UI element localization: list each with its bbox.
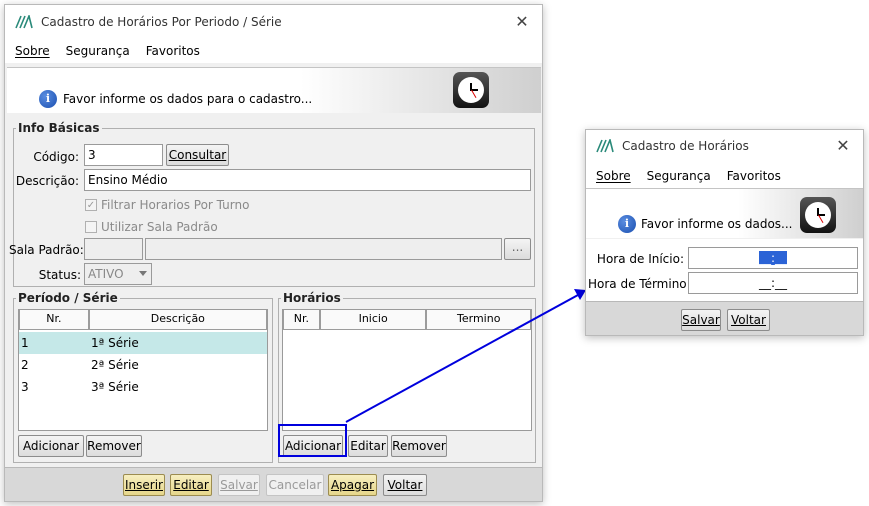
menu-seguranca[interactable]: Segurança: [647, 169, 711, 183]
termino-label: Hora de Término:: [588, 277, 691, 291]
info-icon: i: [618, 215, 636, 233]
dialog-footer: [586, 301, 863, 335]
menu-favoritos[interactable]: Favoritos: [727, 169, 781, 183]
termino-field[interactable]: __:__: [688, 272, 858, 294]
dialog-body: i Favor informe os dados... Hora de Iníc…: [586, 188, 863, 335]
clock-icon: [800, 197, 836, 233]
dialog-menubar: Sobre Segurança Favoritos: [586, 164, 863, 188]
dialog-banner: i Favor informe os dados...: [586, 188, 863, 238]
inicio-field[interactable]: __:__: [688, 247, 858, 269]
dialog-title: Cadastro de Horários: [622, 139, 749, 153]
inicio-label: Hora de Início:: [596, 252, 684, 266]
menu-sobre[interactable]: Sobre: [596, 169, 631, 183]
dialog-window: Cadastro de Horários ✕ Sobre Segurança F…: [585, 129, 864, 336]
app-logo-icon: [596, 139, 614, 153]
inicio-value: __:__: [758, 251, 788, 265]
close-icon[interactable]: ✕: [833, 136, 853, 156]
dialog-titlebar: Cadastro de Horários ✕: [586, 130, 863, 162]
dialog-banner-message: Favor informe os dados...: [641, 217, 793, 231]
dialog-salvar-button[interactable]: Salvar: [681, 309, 721, 331]
dialog-voltar-button[interactable]: Voltar: [727, 309, 770, 331]
